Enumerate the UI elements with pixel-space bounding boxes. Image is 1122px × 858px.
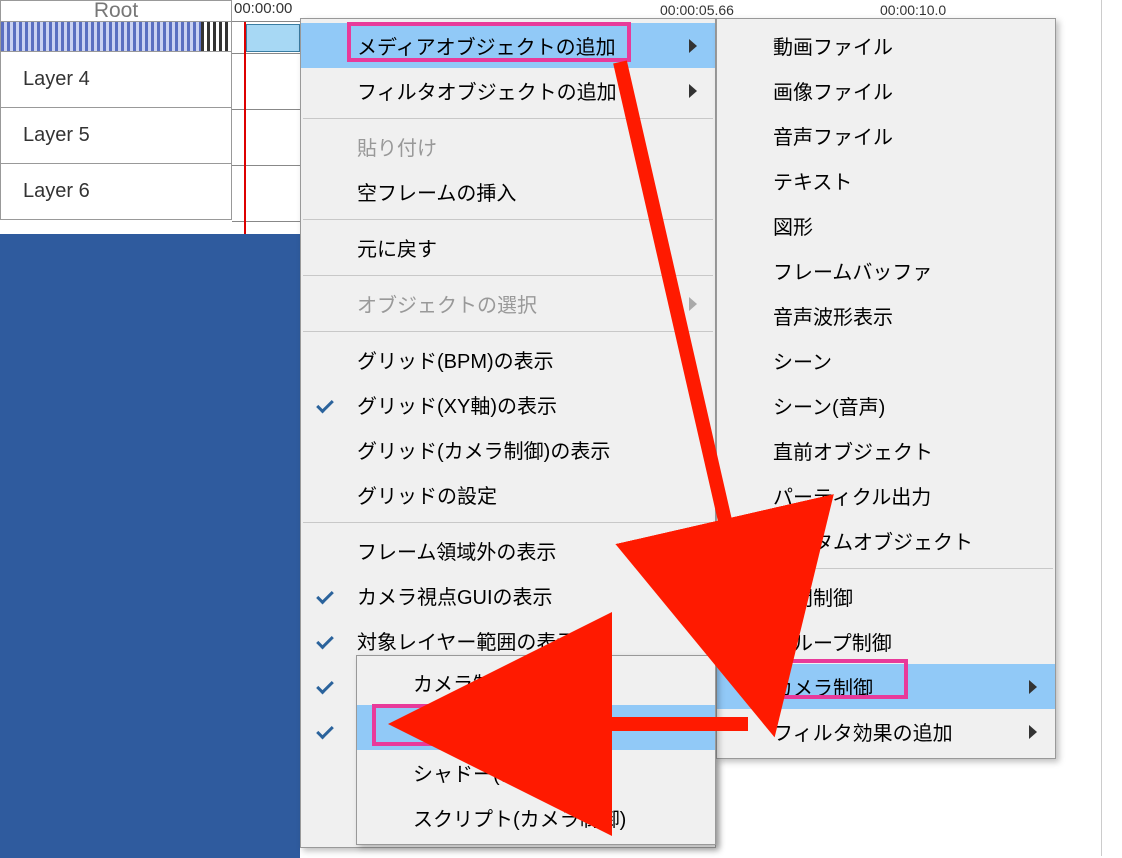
layer-panel: Root Layer 4 Layer 5 Layer 6 [0,0,232,220]
menu-item-label: 音声波形表示 [773,301,893,330]
menu-item-label: パーティクル出力 [773,481,931,510]
menu-separator [303,275,713,276]
menu-item[interactable]: 元に戻す [301,225,715,270]
ruler-time-2: 00:00:10.0 [880,2,946,18]
menu-item[interactable]: グリッド(カメラ制御)の表示 [301,427,715,472]
menu-item[interactable]: 直前オブジェクト [717,428,1055,473]
timeline-area[interactable]: 00:00:00 [232,0,300,858]
menu-item-label: グリッド(XY軸)の表示 [357,390,557,419]
menu-item[interactable]: 貼り付け [301,124,715,169]
menu-item-label: フィルタ効果の追加 [773,717,953,746]
menu-item[interactable]: シーン(音声) [717,383,1055,428]
ruler-time-1: 00:00:05.66 [660,2,734,18]
menu-item[interactable]: シャドー(カメラ制御) [357,750,715,795]
menu-item[interactable]: 動画ファイル [717,23,1055,68]
menu-item[interactable]: シーン [717,338,1055,383]
menu-item[interactable]: フィルタ効果の追加 [717,709,1055,754]
timeline-clip[interactable] [246,24,300,52]
menu-item-label: フィルタオブジェクトの追加 [357,76,617,105]
menu-item[interactable]: グリッドの設定 [301,472,715,517]
menu-item-label: カメラ制御 [773,672,873,701]
menu-separator [719,568,1053,569]
menu-item-label: カメラ制御 [413,668,513,697]
submenu-arrow-icon [1029,680,1037,694]
layer-name[interactable]: Layer 6 [0,164,232,220]
menu-item-label: フレームバッファ [773,256,932,285]
menu-item-label: グリッド(BPM)の表示 [357,345,554,374]
menu-item[interactable]: カメラ視点GUIの表示 [301,573,715,618]
menu-item-label: グリッドの設定 [357,480,497,509]
submenu-arrow-icon [689,297,697,311]
submenu-media-object[interactable]: 動画ファイル画像ファイル音声ファイルテキスト図形フレームバッファ音声波形表示シー… [716,18,1056,759]
menu-item-label: 動画ファイル [773,31,893,60]
menu-item[interactable]: パーティクル出力 [717,473,1055,518]
menu-item-label: 図形 [773,211,813,240]
menu-item-label: 空フレームの挿入 [357,177,516,206]
menu-item[interactable]: カスタムオブジェクト [717,518,1055,563]
timeline-track-background [0,234,232,858]
menu-item[interactable]: カメラ制御 [357,660,715,705]
menu-separator [303,118,713,119]
menu-item[interactable]: 図形 [717,203,1055,248]
menu-item[interactable]: テキスト [717,158,1055,203]
menu-item-label: シーン [773,346,832,375]
submenu-camera-control[interactable]: カメラ制御カメラ効果シャドー(カメラ制御) スクリプト(カメラ制御) [356,655,716,845]
checkmark-icon [316,721,334,739]
menu-item-label: カスタムオブジェクト [773,526,973,555]
menu-item[interactable]: カメラ制御 [717,664,1055,709]
ruler-time-0: 00:00:00 [234,0,292,17]
menu-item[interactable]: グリッド(XY軸)の表示 [301,382,715,427]
menu-item[interactable]: フレームバッファ [717,248,1055,293]
menu-item-label: 元に戻す [357,233,437,262]
menu-item[interactable]: グループ制御 [717,619,1055,664]
submenu-arrow-icon [689,84,697,98]
submenu-arrow-icon [689,39,697,53]
menu-item-label: 画像ファイル [773,76,893,105]
checkmark-icon [316,586,334,604]
menu-item-label: フレーム領域外の表示 [357,536,556,565]
checkmark-icon [316,631,334,649]
timeline-ruler[interactable]: 00:00:00 [232,0,300,22]
menu-item[interactable]: グリッド(BPM)の表示 [301,337,715,382]
layer-root-label: Root [0,0,232,22]
submenu-arrow-icon [1029,725,1037,739]
menu-item-label: スクリプト(カメラ制御) [413,803,626,832]
menu-item-label: 時間制御 [773,582,853,611]
menu-item-label: シーン(音声) [773,391,885,420]
menu-separator [303,219,713,220]
menu-item-label: カメラ視点GUIの表示 [357,581,553,610]
menu-item-label: メディアオブジェクトの追加 [357,31,616,60]
menu-item-label: カメラ効果 [413,713,513,742]
menu-item[interactable]: フレーム領域外の表示 [301,528,715,573]
menu-item-label: テキスト [773,166,852,195]
menu-item[interactable]: 空フレームの挿入 [301,169,715,214]
menu-item-label: 貼り付け [357,132,437,161]
menu-item[interactable]: 時間制御 [717,574,1055,619]
menu-item-label: シャドー(カメラ制御) [413,758,606,787]
layer-name[interactable]: Layer 5 [0,108,232,164]
checkmark-icon [316,676,334,694]
menu-item[interactable]: スクリプト(カメラ制御) [357,795,715,840]
layer-name[interactable]: Layer 4 [0,52,232,108]
menu-item[interactable]: 音声ファイル [717,113,1055,158]
checkmark-icon [316,395,334,413]
menu-item[interactable]: メディアオブジェクトの追加 [301,23,715,68]
menu-separator [303,522,713,523]
menu-item-label: 音声ファイル [773,121,893,150]
menu-item[interactable]: フィルタオブジェクトの追加 [301,68,715,113]
menu-item-label: オブジェクトの選択 [357,289,537,318]
menu-item-label: 対象レイヤー範囲の表示 [357,626,576,655]
menu-item[interactable]: カメラ効果 [357,705,715,750]
layer-scrollbar[interactable] [0,22,232,52]
menu-separator [303,331,713,332]
menu-item[interactable]: 画像ファイル [717,68,1055,113]
playhead[interactable] [244,22,246,234]
menu-item[interactable]: オブジェクトの選択 [301,281,715,326]
menu-item[interactable]: 音声波形表示 [717,293,1055,338]
menu-item-label: グリッド(カメラ制御)の表示 [357,435,610,464]
menu-item-label: グループ制御 [773,627,892,656]
menu-item-label: 直前オブジェクト [773,436,933,465]
